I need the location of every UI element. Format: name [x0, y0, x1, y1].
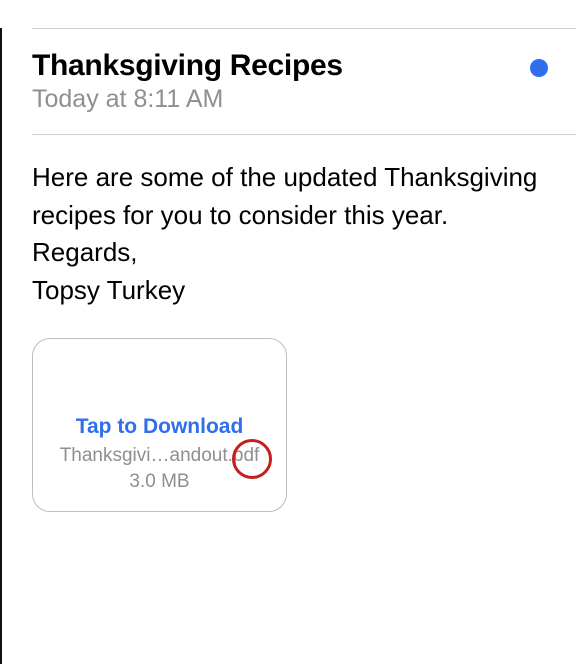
email-body: Here are some of the updated Thanksgivin… [2, 135, 586, 320]
email-view: Thanksgiving Recipes Today at 8:11 AM He… [0, 28, 586, 664]
email-timestamp: Today at 8:11 AM [32, 85, 556, 114]
attachment-filesize: 3.0 MB [129, 471, 189, 493]
body-line: Topsy Turkey [32, 272, 556, 310]
body-line: Regards, [32, 234, 556, 272]
email-header: Thanksgiving Recipes Today at 8:11 AM [2, 29, 586, 132]
body-line: Here are some of the updated Thanksgivin… [32, 159, 556, 234]
attachment-filename: Thanksgivi…andout.pdf [60, 445, 260, 467]
download-button[interactable]: Tap to Download [76, 415, 244, 439]
unread-indicator-icon [530, 59, 548, 77]
attachment-tile[interactable]: Tap to Download Thanksgivi…andout.pdf 3.… [32, 338, 287, 512]
email-subject: Thanksgiving Recipes [32, 49, 556, 83]
